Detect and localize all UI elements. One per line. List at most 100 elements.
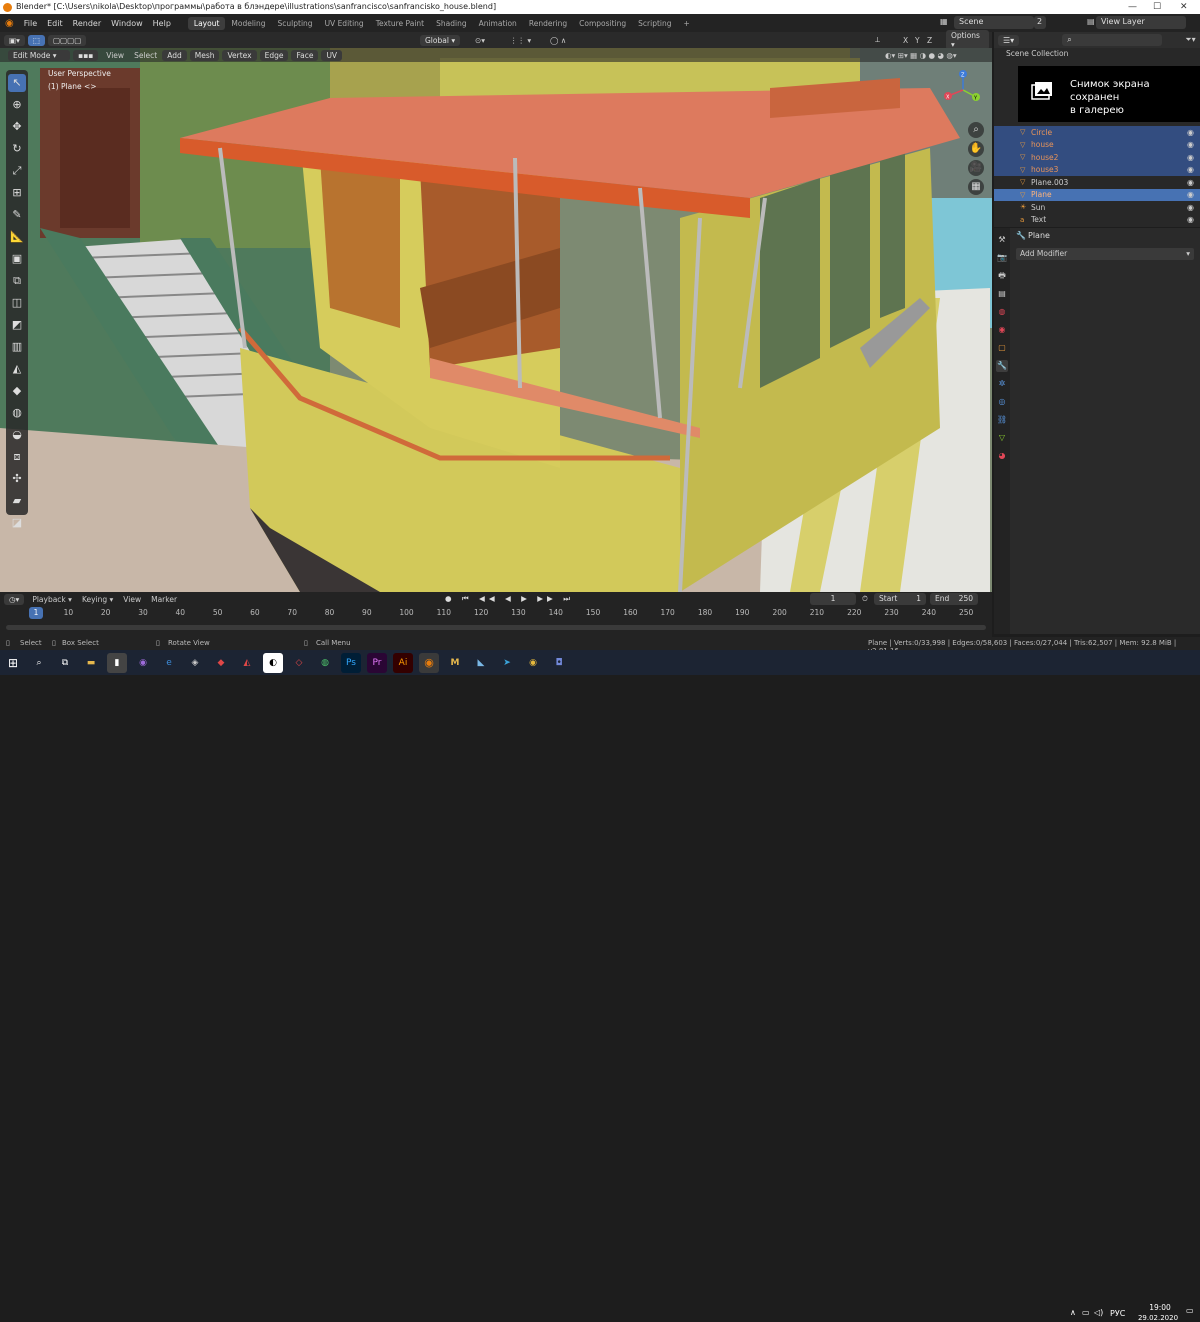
add-modifier-dropdown[interactable]: Add Modifier ▾ xyxy=(1016,248,1194,260)
eye-icon[interactable]: ◉ xyxy=(1187,215,1194,224)
select-box-tool-icon[interactable]: ↖ xyxy=(8,74,26,92)
edge-slide-tool-icon[interactable]: ⧈ xyxy=(8,448,26,466)
physics-tab-icon[interactable]: ◎ xyxy=(996,396,1008,408)
axis-z[interactable]: Z xyxy=(922,35,937,46)
rotate-tool-icon[interactable]: ↻ xyxy=(8,140,26,158)
tab-layout[interactable]: Layout xyxy=(187,16,226,30)
close-icon[interactable]: ✕ xyxy=(1180,0,1188,14)
outliner-item-sun[interactable]: ☀ Sun ◉ xyxy=(994,201,1200,214)
menu-mesh[interactable]: Mesh xyxy=(189,49,220,61)
material-tab-icon[interactable]: ◕ xyxy=(996,450,1008,462)
move-tool-icon[interactable]: ✥ xyxy=(8,118,26,136)
tab-sculpting[interactable]: Sculpting xyxy=(272,17,319,30)
bevel-tool-icon[interactable]: ◩ xyxy=(8,316,26,334)
tab-animation[interactable]: Animation xyxy=(473,17,523,30)
tab-compositing[interactable]: Compositing xyxy=(573,17,632,30)
tab-scripting[interactable]: Scripting xyxy=(632,17,677,30)
shrink-fatten-tool-icon[interactable]: ✣ xyxy=(8,470,26,488)
timeline-playhead[interactable]: 1 xyxy=(29,607,43,619)
start-frame-field[interactable]: Start 1 xyxy=(874,593,926,605)
volume-icon[interactable]: ◁) xyxy=(1094,1308,1103,1317)
eye-icon[interactable]: ◉ xyxy=(1187,153,1194,162)
menu-vertex[interactable]: Vertex xyxy=(222,49,257,61)
loop-cut-tool-icon[interactable]: ▥ xyxy=(8,338,26,356)
menu-marker[interactable]: Marker xyxy=(146,594,182,605)
timeline-scrollbar[interactable] xyxy=(6,625,986,630)
eye-icon[interactable]: ◉ xyxy=(1187,128,1194,137)
tab-shading[interactable]: Shading xyxy=(430,17,472,30)
blender-taskbar-icon[interactable]: ◉ xyxy=(419,652,439,673)
timeline-ruler[interactable]: 10 20 30 40 50 60 70 80 90 100 110 120 130 140 150 160 1… xyxy=(0,608,992,620)
zoom-icon[interactable]: ⌕ xyxy=(968,122,984,138)
cursor-tool-icon[interactable]: ⊕ xyxy=(8,96,26,114)
menu-face[interactable]: Face xyxy=(291,49,319,61)
edge-browser-icon[interactable]: e xyxy=(159,653,179,673)
measure-tool-icon[interactable]: 📐 xyxy=(8,228,26,246)
camera-view-icon[interactable]: 🎥 xyxy=(968,160,984,176)
eye-icon[interactable]: ◉ xyxy=(1187,140,1194,149)
menu-select[interactable]: Select xyxy=(129,50,162,61)
outliner-item-house3[interactable]: ▽ house3 ◉ xyxy=(994,163,1200,176)
pan-hand-icon[interactable]: ✋ xyxy=(968,141,984,157)
menu-render[interactable]: Render xyxy=(68,19,106,28)
app-icon-blue[interactable]: ◣ xyxy=(471,653,491,673)
menu-add[interactable]: Add xyxy=(162,49,187,61)
scale-tool-icon[interactable]: ⤢ xyxy=(8,162,26,180)
modifier-tab-icon[interactable]: 🔧 xyxy=(996,360,1008,372)
timeline-editor-icon[interactable]: ◷▾ xyxy=(4,593,25,605)
search-icon[interactable]: ⌕ xyxy=(29,653,49,673)
minimize-icon[interactable]: — xyxy=(1128,0,1137,14)
smooth-tool-icon[interactable]: ◒ xyxy=(8,426,26,444)
network-icon[interactable]: ▭ xyxy=(1082,1308,1090,1317)
select-mode-vertex-icon[interactable]: ▪▪▪ xyxy=(73,49,99,61)
tool-tab-icon[interactable]: ⚒ xyxy=(996,234,1008,246)
telegram-icon[interactable]: ➤ xyxy=(497,653,517,673)
render-tab-icon[interactable]: 📷 xyxy=(996,252,1008,264)
menu-help[interactable]: Help xyxy=(148,19,176,28)
menu-edit[interactable]: Edit xyxy=(42,19,68,28)
outliner-item-plane[interactable]: ▽ Plane ◉ xyxy=(994,188,1200,201)
language-indicator[interactable]: РУС xyxy=(1110,1309,1125,1318)
eye-icon[interactable]: ◉ xyxy=(1187,165,1194,174)
orientation-dropdown[interactable]: Global ▾ xyxy=(420,34,461,46)
menu-file[interactable]: File xyxy=(19,19,42,28)
inset-tool-icon[interactable]: ◫ xyxy=(8,294,26,312)
menu-keying[interactable]: Keying ▾ xyxy=(77,594,118,605)
view-layer-tab-icon[interactable]: ▤ xyxy=(996,288,1008,300)
chrome-icon[interactable]: ◉ xyxy=(523,653,543,673)
current-frame-field[interactable]: 1 xyxy=(810,593,856,605)
options-dropdown[interactable]: Options ▾ xyxy=(946,30,989,50)
app-icon-white[interactable]: ◐ xyxy=(263,652,283,673)
add-cube-tool-icon[interactable]: ▣ xyxy=(8,250,26,268)
mirror-icon[interactable]: ⟂ xyxy=(870,34,885,46)
preview-range-icon[interactable]: ⏱ xyxy=(862,594,868,604)
tab-texture-paint[interactable]: Texture Paint xyxy=(370,17,430,30)
outliner-item-plane003[interactable]: ▽ Plane.003 ◉ xyxy=(994,176,1200,189)
app-icon-red[interactable]: ◆ xyxy=(211,653,231,673)
navigation-gizmo[interactable]: Z Y X xyxy=(943,70,983,110)
media-app-icon[interactable]: ▮ xyxy=(107,652,127,673)
object-tab-icon[interactable]: ▢ xyxy=(996,342,1008,354)
menu-view[interactable]: View xyxy=(101,50,129,61)
viewport-overlay-icons[interactable]: ◐▾ ⊞▾ ▦ ◑ ● ◕ ◍▾ xyxy=(880,50,962,61)
outliner-item-circle[interactable]: ▽ Circle ◉ xyxy=(994,126,1200,139)
transform-tool-icon[interactable]: ⊞ xyxy=(8,184,26,202)
editor-type-icon[interactable]: ▣▾ xyxy=(4,34,25,46)
eye-icon[interactable]: ◉ xyxy=(1187,178,1194,187)
menu-edge[interactable]: Edge xyxy=(259,49,289,61)
app-icon-cube[interactable]: ◈ xyxy=(185,653,205,673)
3d-viewport[interactable] xyxy=(0,48,992,592)
pivot-icon[interactable]: ⊙▾ xyxy=(470,35,490,46)
illustrator-icon[interactable]: Ai xyxy=(393,652,413,673)
discord-icon[interactable]: ◘ xyxy=(549,653,569,673)
eye-icon[interactable]: ◉ xyxy=(1187,190,1194,199)
spin-tool-icon[interactable]: ◍ xyxy=(8,404,26,422)
knife-tool-icon[interactable]: ◭ xyxy=(8,360,26,378)
app-icon-red-2[interactable]: ◭ xyxy=(237,653,257,673)
tab-rendering[interactable]: Rendering xyxy=(523,17,573,30)
outliner-item-text[interactable]: a Text ◉ xyxy=(994,214,1200,227)
snap-icon[interactable]: ⋮⋮ ▾ xyxy=(505,35,536,46)
scene-selector[interactable]: Scene xyxy=(954,16,1034,29)
m-app-icon[interactable]: M xyxy=(445,653,465,673)
annotate-tool-icon[interactable]: ✎ xyxy=(8,206,26,224)
